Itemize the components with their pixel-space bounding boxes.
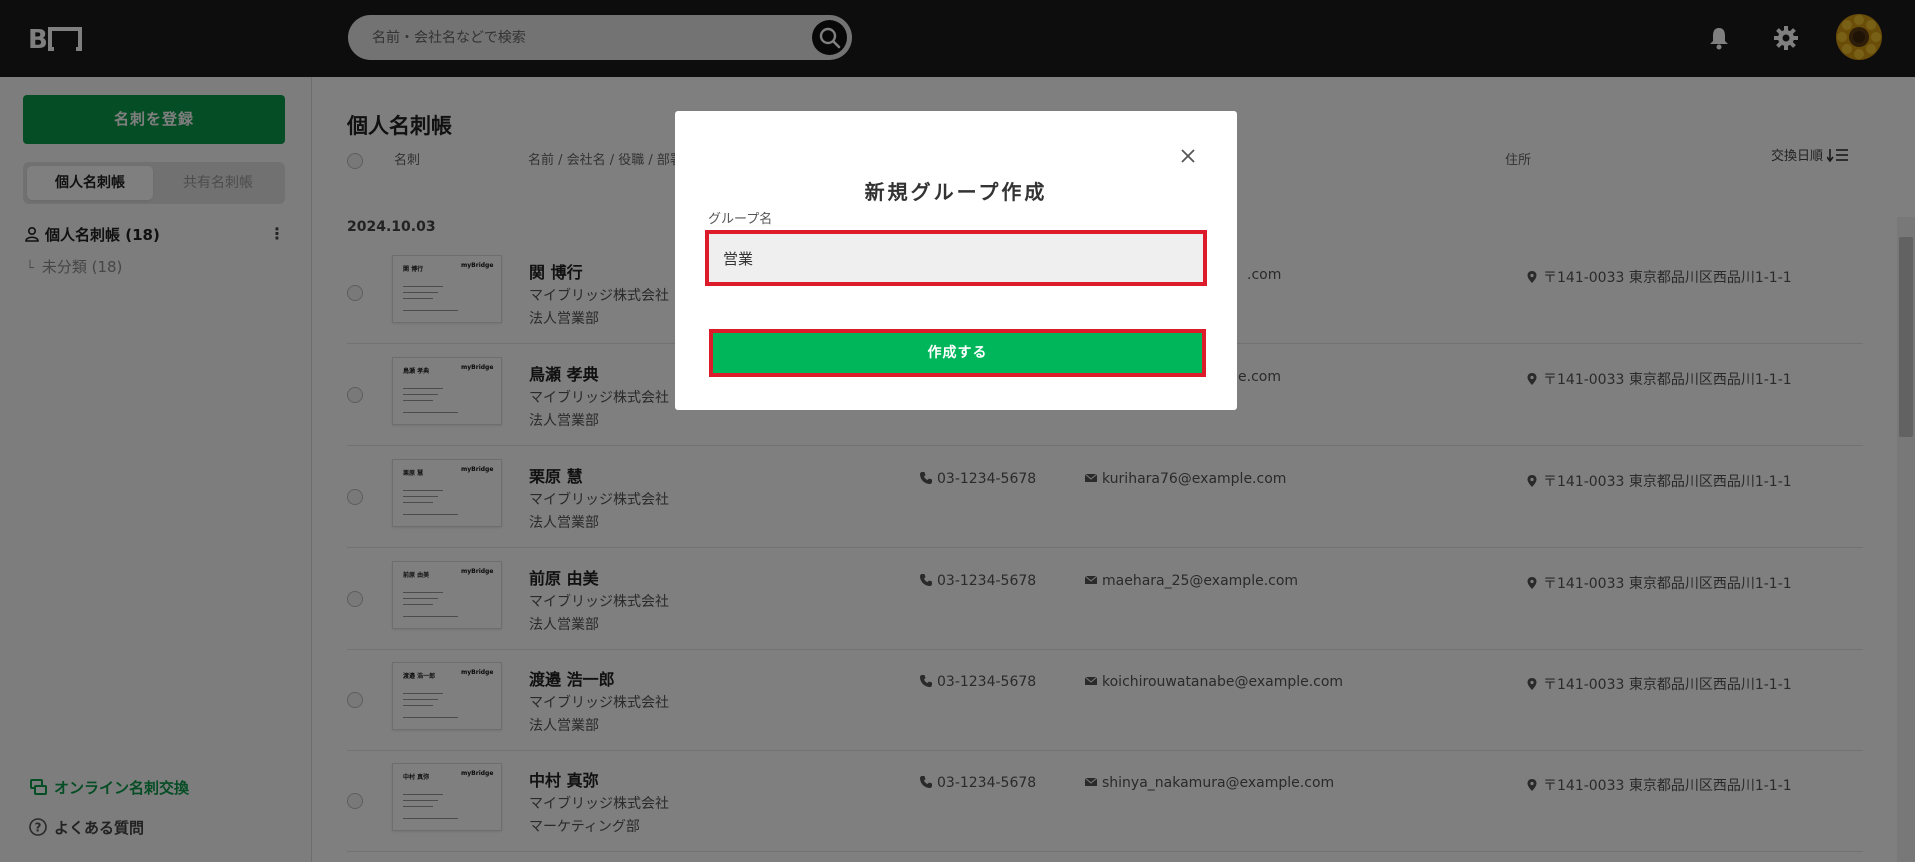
new-group-dialog: 新規グループ作成 グループ名 作成する <box>675 111 1237 410</box>
dialog-title: 新規グループ作成 <box>864 180 1048 204</box>
group-name-field-highlight <box>705 230 1207 286</box>
group-name-input[interactable] <box>709 234 1203 282</box>
create-button-highlight: 作成する <box>709 329 1206 377</box>
group-name-label: グループ名 <box>708 212 773 227</box>
create-group-button[interactable]: 作成する <box>713 333 1202 373</box>
close-icon[interactable] <box>1179 147 1197 165</box>
